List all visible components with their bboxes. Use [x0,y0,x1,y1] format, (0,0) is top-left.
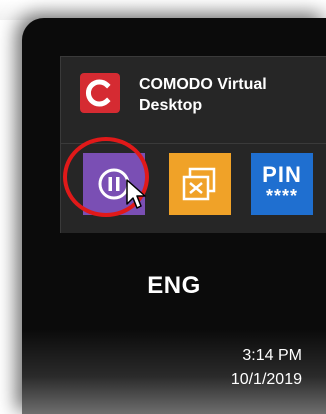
close-virtual-desktop-button[interactable] [169,153,231,215]
pin-mask: **** [265,186,299,206]
desktop-background-top [0,0,326,20]
comodo-logo-icon [80,73,120,113]
tray-popup: COMODO Virtual Desktop PIN **** [60,56,326,233]
clock-time: 3:14 PM [242,347,302,364]
comodo-c-glyph-icon [86,79,111,107]
pin-lock-button[interactable]: PIN **** [251,153,313,215]
mouse-cursor-icon [126,179,146,209]
taskbar-clock[interactable]: 3:14 PM 10/1/2019 [142,344,302,392]
popup-header[interactable]: COMODO Virtual Desktop [61,57,326,131]
popup-divider [61,143,326,144]
language-indicator[interactable]: ENG [22,272,326,300]
close-windows-icon [182,167,216,201]
pin-label: PIN [262,162,302,187]
app-title: COMODO Virtual Desktop [139,76,267,114]
clock-date: 10/1/2019 [230,371,302,388]
